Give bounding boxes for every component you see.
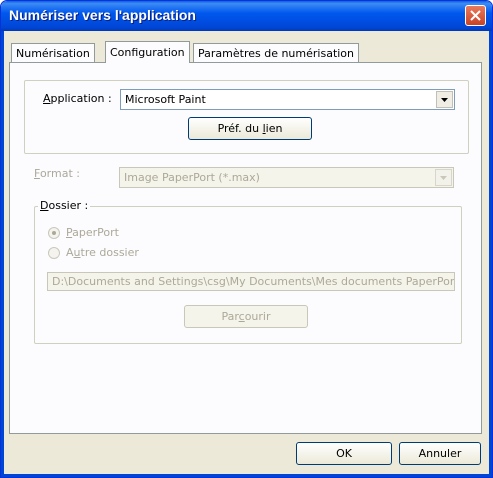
application-dropdown[interactable]: Microsoft Paint — [120, 89, 455, 110]
other-folder-option-label: Autre dossier — [66, 246, 139, 259]
close-icon — [470, 10, 481, 21]
window-border-left — [1, 31, 4, 477]
cancel-button[interactable]: Annuler — [399, 442, 481, 465]
tab-parametres-numerisation[interactable]: Paramètres de numérisation — [193, 43, 360, 63]
window-border-right — [489, 31, 492, 477]
paperport-radio[interactable] — [48, 227, 60, 239]
other-folder-radio[interactable] — [48, 247, 60, 259]
paperport-option-label: PaperPort — [66, 226, 119, 239]
title-bar[interactable]: Numériser vers l'application — [1, 1, 492, 31]
radio-selected-dot — [52, 231, 56, 235]
format-label: Format : — [34, 167, 80, 180]
ok-button[interactable]: OK — [296, 442, 392, 465]
tab-label: Numérisation — [16, 47, 90, 60]
application-label: Application : — [43, 92, 112, 105]
close-button[interactable] — [465, 5, 486, 26]
tab-numerisation[interactable]: Numérisation — [11, 43, 95, 63]
application-value: Microsoft Paint — [125, 93, 206, 106]
ok-label: OK — [336, 447, 352, 460]
link-preferences-button[interactable]: Préf. du lien — [188, 117, 312, 140]
cancel-label: Annuler — [418, 447, 462, 460]
application-group: Application : Microsoft Paint Préf. du l… — [24, 80, 469, 154]
tab-panel-configuration: Application : Microsoft Paint Préf. du l… — [9, 62, 482, 434]
tab-configuration[interactable]: Configuration — [105, 41, 190, 63]
dialog-window: Numériser vers l'application Numérisatio… — [0, 0, 493, 478]
chevron-down-icon[interactable] — [435, 169, 452, 186]
window-border-bottom — [1, 474, 492, 477]
tab-label: Paramètres de numérisation — [198, 47, 355, 60]
format-value: Image PaperPort (*.max) — [124, 171, 260, 184]
folder-label: Dossier : — [38, 199, 91, 212]
chevron-down-icon[interactable] — [436, 91, 453, 108]
format-dropdown[interactable]: Image PaperPort (*.max) — [119, 167, 454, 188]
window-title: Numériser vers l'application — [9, 7, 196, 23]
tab-label: Configuration — [110, 46, 185, 59]
browse-button[interactable]: Parcourir — [184, 305, 308, 328]
folder-path-field[interactable]: D:\Documents and Settings\csg\My Documen… — [47, 272, 455, 291]
folder-path-value: D:\Documents and Settings\csg\My Documen… — [52, 275, 455, 288]
